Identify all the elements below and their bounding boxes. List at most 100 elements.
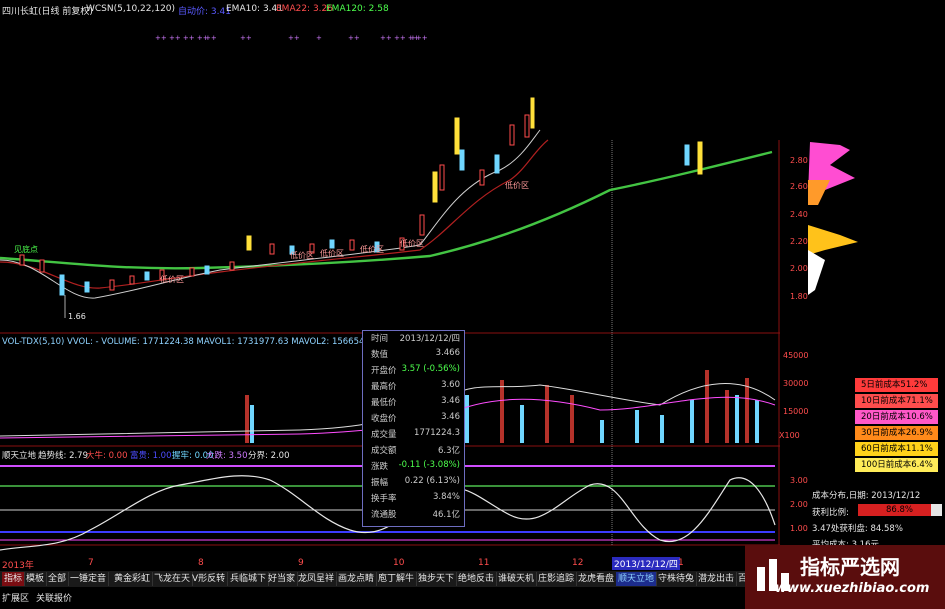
indicator-name: WCSN(5,10,22,120) — [86, 4, 176, 14]
chart-annotation: 见底点 — [14, 245, 38, 254]
price-axis-tick: 2.40 — [790, 210, 808, 219]
tooltip-row: 流通股 46.1亿 — [363, 508, 464, 522]
watermark-url: www.xuezhibiao.com — [775, 581, 930, 596]
tab-juedi[interactable]: 绝地反击 — [456, 572, 498, 586]
tab-binglin[interactable]: 兵临城下 — [228, 572, 270, 586]
indicator-axis-tick: 1.00 — [790, 524, 808, 533]
cost-row: 20日前成本10.6% — [855, 410, 938, 424]
tab-indicator[interactable]: 指标 — [2, 572, 26, 586]
chart-annotation: 低价区 — [160, 275, 184, 284]
tooltip-key: 时间 — [371, 334, 389, 344]
tab-expand[interactable]: 扩展区 — [2, 592, 29, 606]
tab-hualong[interactable]: 画龙点睛 — [336, 572, 378, 586]
tooltip-key: 振幅 — [371, 478, 389, 488]
tooltip-key: 换手率 — [371, 494, 397, 504]
cost-row: 5日前成本51.2% — [855, 378, 938, 392]
tooltip-row: 成交量 1771224.3 — [363, 428, 464, 442]
tab-shuipo[interactable]: 谁破天机 — [496, 572, 538, 586]
chart-annotation: 低价区 — [360, 245, 384, 254]
tab-vfanzhuan[interactable]: V形反转 — [190, 572, 229, 586]
timeline-label: 12 — [572, 558, 584, 568]
watermark-logo-icon — [753, 553, 793, 593]
tab-shouzhu[interactable]: 守株待兔 — [656, 572, 698, 586]
tooltip-key: 流通股 — [371, 510, 397, 520]
cost-row: 10日前成本71.1% — [855, 394, 938, 408]
volume-axis-unit: X100 — [779, 431, 800, 440]
tab-paoding[interactable]: 庖丁解牛 — [376, 572, 418, 586]
tab-longfeng[interactable]: 龙凤呈祥 — [296, 572, 338, 586]
tooltip-value: 46.1亿 — [432, 510, 460, 520]
ema10-value: EMA10: 3.41 — [226, 4, 283, 14]
signal-mark: ++ — [348, 34, 360, 42]
cost-histogram — [808, 142, 858, 295]
signal-mark: ++ — [205, 34, 217, 42]
volume-axis-tick: 15000 — [783, 407, 809, 416]
tooltip-key: 开盘价 — [371, 366, 397, 376]
tooltip-row: 开盘价 3.57 (-0.56%) — [363, 364, 464, 378]
tab-yichui[interactable]: 一锤定音 — [68, 572, 110, 586]
watermark: 指标严选网 www.xuezhibiao.com — [745, 545, 945, 609]
price-axis-tick: 2.00 — [790, 264, 808, 273]
tab-all[interactable]: 全部 — [46, 572, 70, 586]
tooltip-value: 0.22 (6.13%) — [404, 476, 460, 486]
tooltip-row: 涨跌 -0.11 (-3.08%) — [363, 460, 464, 474]
volume-header: VOL-TDX(5,10) VVOL: - VOLUME: 1771224.38… — [2, 337, 384, 347]
tab-related-quote[interactable]: 关联报价 — [36, 592, 72, 606]
tab-qianlong[interactable]: 潜龙出击 — [696, 572, 738, 586]
first-ma-value: 自动价: 3.41 — [178, 7, 231, 17]
tooltip-value: 3.60 — [441, 380, 460, 390]
tab-huangjin[interactable]: 黄金彩虹 — [112, 572, 154, 586]
cost-row: 100日前成本6.4% — [855, 458, 938, 472]
tooltip-value: 3.84% — [432, 492, 460, 502]
ema22-value: EMA22: 3.26 — [276, 4, 333, 14]
timeline-label: 1 — [678, 558, 684, 568]
tab-zhuangying[interactable]: 庄影追踪 — [536, 572, 578, 586]
chart-annotation: 低价区 — [400, 239, 424, 248]
tooltip-value: 3.466 — [435, 348, 460, 358]
big-drop-value: 大跌: 3.50 — [206, 451, 248, 461]
tooltip-row: 时间 2013/12/12/四 — [363, 332, 464, 346]
signal-mark: ++ — [240, 34, 252, 42]
profit-line: 3.47处获利盘: 84.58% — [812, 524, 903, 534]
tooltip-key: 成交额 — [371, 446, 397, 456]
timeline-label: 10 — [393, 558, 405, 568]
tooltip-key: 最低价 — [371, 398, 397, 408]
tooltip-value: 3.46 — [441, 412, 460, 422]
tooltip-value: -0.11 (-3.08%) — [398, 460, 460, 470]
tab-shuntian[interactable]: 顺天立地 — [616, 572, 658, 586]
price-axis-tick: 2.60 — [790, 182, 808, 191]
chart-canvas — [0, 97, 858, 551]
signal-mark: ++ — [288, 34, 300, 42]
timeline-label: 9 — [298, 558, 304, 568]
rich-value: 富贵: 1.00 — [130, 451, 172, 461]
tooltip-row: 数值 3.466 — [363, 348, 464, 362]
timeline-cursor-date: 2013/12/12/四 — [612, 557, 680, 570]
indicator-title: 顺天立地 — [2, 451, 37, 461]
cost-row: 60日前成本11.1% — [855, 442, 938, 456]
price-axis-tick: 1.80 — [790, 292, 808, 301]
low-price-label: 1.66 — [68, 312, 86, 321]
tab-template[interactable]: 模板 — [24, 572, 48, 586]
tab-feilong[interactable]: 飞龙在天 — [152, 572, 194, 586]
timeline-label: 11 — [478, 558, 490, 568]
tab-longhu[interactable]: 龙虎看盘 — [576, 572, 618, 586]
tooltip-value: 3.57 (-0.56%) — [401, 364, 460, 374]
ema120-line — [0, 150, 773, 270]
tooltip-value: 6.3亿 — [437, 446, 460, 456]
chart-annotation: 低价区 — [505, 181, 529, 190]
timeline-label: 8 — [198, 558, 204, 568]
indicator-axis-tick: 2.00 — [790, 500, 808, 509]
tooltip-row: 振幅 0.22 (6.13%) — [363, 476, 464, 490]
divider-value: 分界: 2.00 — [248, 451, 290, 461]
tooltip-value: 3.46 — [441, 396, 460, 406]
tooltip-row: 最高价 3.60 — [363, 380, 464, 394]
tooltip-key: 成交量 — [371, 430, 397, 440]
cost-summary-title: 成本分布,日期: 2013/12/12 — [812, 491, 921, 501]
tooltip-row: 最低价 3.46 — [363, 396, 464, 410]
tab-dubu[interactable]: 独步天下 — [416, 572, 458, 586]
timeline-label: 7 — [88, 558, 94, 568]
watermark-title: 指标严选网 — [800, 555, 900, 579]
stock-title: 四川长虹(日线 前复权) — [2, 7, 93, 17]
tab-haodangjia[interactable]: 好当家 — [266, 572, 299, 586]
signal-mark: +++ — [410, 34, 428, 42]
